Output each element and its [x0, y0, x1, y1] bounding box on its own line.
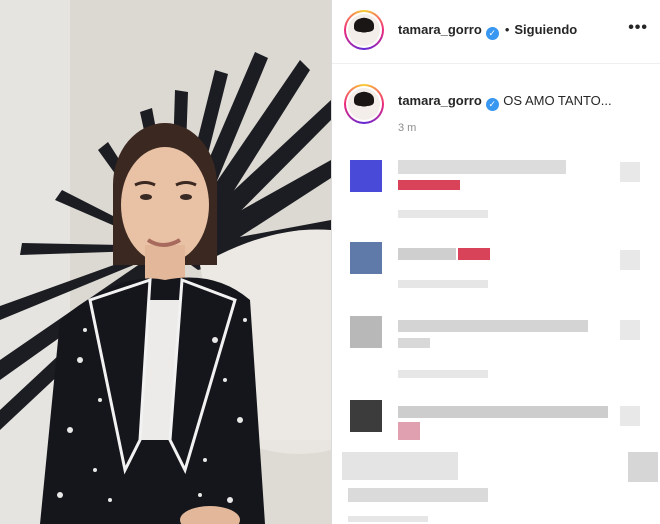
- comment-text-blur: [628, 452, 658, 482]
- comment-meta-blur: [398, 280, 488, 288]
- commenter-avatar: [350, 160, 382, 192]
- post-photo: [0, 0, 331, 524]
- caption-text: OS AMO TANTO...: [503, 93, 612, 108]
- comment-pixelated: [332, 310, 660, 390]
- comment-text-blur: [342, 452, 458, 480]
- more-options-icon[interactable]: •••: [628, 20, 648, 36]
- caption-avatar[interactable]: [344, 84, 384, 124]
- comment-text-blur: [398, 180, 460, 190]
- author-username[interactable]: tamara_gorro: [398, 22, 482, 37]
- comment-text-blur: [458, 248, 490, 260]
- comment-pixelated: [332, 236, 660, 316]
- comment-meta-blur: [398, 370, 488, 378]
- comment-text-blur: [398, 422, 420, 440]
- separator-dot: •: [504, 22, 510, 37]
- caption-username[interactable]: tamara_gorro: [398, 93, 482, 108]
- comment-text-blur: [398, 406, 608, 418]
- verified-badge-icon: ✓: [485, 98, 499, 111]
- following-button[interactable]: Siguiendo: [514, 22, 577, 37]
- post-media[interactable]: [0, 0, 331, 524]
- comment-text-blur: [398, 320, 588, 332]
- comment-pixelated: [332, 152, 660, 232]
- commenter-avatar: [350, 400, 382, 432]
- like-heart-icon[interactable]: [620, 162, 640, 182]
- comment-text-blur: [348, 488, 488, 502]
- commenter-avatar: [350, 316, 382, 348]
- comment-pixelated: [332, 448, 660, 524]
- comment-meta-blur: [398, 210, 488, 218]
- post-timestamp[interactable]: 3 m: [398, 122, 416, 134]
- verified-badge-icon: ✓: [485, 27, 499, 40]
- author-avatar[interactable]: [344, 10, 384, 50]
- post-header: tamara_gorro ✓ • Siguiendo •••: [332, 0, 660, 64]
- author-line: tamara_gorro ✓ • Siguiendo: [398, 21, 577, 40]
- comment-text-blur: [398, 160, 566, 174]
- like-heart-icon[interactable]: [620, 406, 640, 426]
- comment-meta-blur: [348, 516, 428, 522]
- caption-line: tamara_gorro ✓ OS AMO TANTO...: [398, 92, 612, 111]
- post-panel: tamara_gorro ✓ • Siguiendo ••• tamara_gorro…: [332, 0, 660, 524]
- comment-text-blur: [398, 248, 456, 260]
- like-heart-icon[interactable]: [620, 320, 640, 340]
- comment-text-blur: [398, 338, 430, 348]
- like-heart-icon[interactable]: [620, 250, 640, 270]
- commenter-avatar: [350, 242, 382, 274]
